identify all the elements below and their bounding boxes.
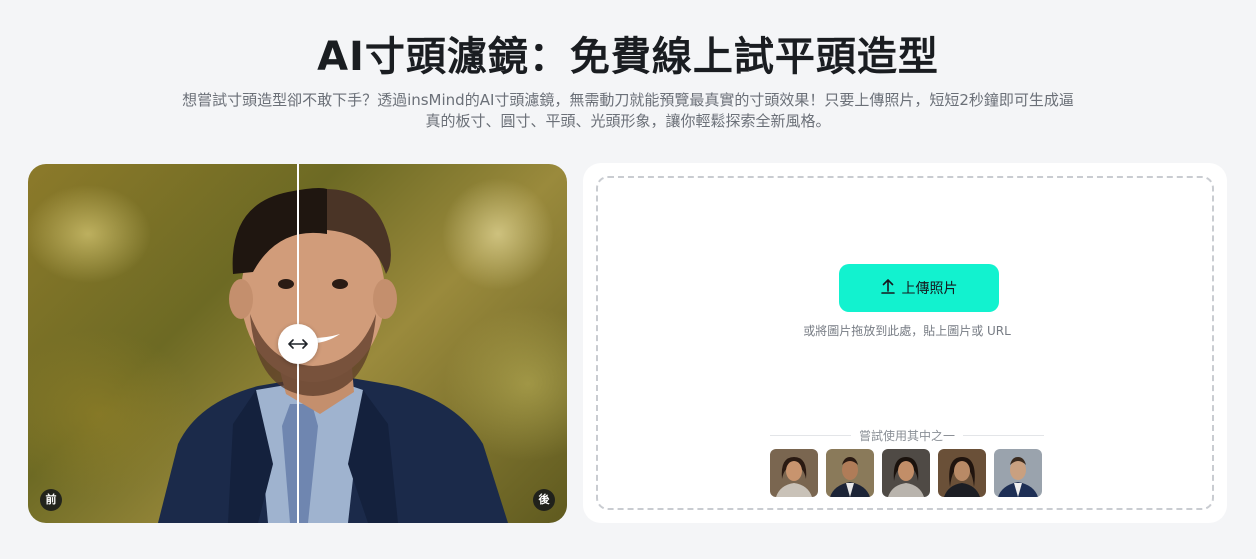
page-subtitle: 想嘗試寸頭造型卻不敢下手？透過insMind的AI寸頭濾鏡，無需動刀就能預覽最真… (148, 90, 1108, 132)
try-sample-label: 嘗試使用其中之一 (859, 429, 956, 443)
upload-button-label: 上傳照片 (901, 281, 958, 297)
comparison-slider-handle[interactable] (278, 324, 318, 364)
sample-image-2[interactable] (826, 449, 874, 497)
drop-hint: 或將圖片拖放到此處，貼上圖片或 URL (803, 324, 1011, 338)
after-badge: 後 (533, 489, 555, 511)
subtitle-line-1: 想嘗試寸頭造型卻不敢下手？透過insMind的AI寸頭濾鏡，無需動刀就能預覽最真… (182, 91, 1074, 109)
sample-image-3[interactable] (882, 449, 930, 497)
upload-photo-button[interactable]: 上傳照片 (839, 264, 999, 312)
sample-image-1[interactable] (770, 449, 818, 497)
sample-image-5[interactable] (994, 449, 1042, 497)
divider-line-left (770, 435, 851, 436)
upload-dropzone[interactable]: 上傳照片 或將圖片拖放到此處，貼上圖片或 URL 嘗試使用其中之一 (596, 176, 1214, 510)
page-title: AI寸頭濾鏡：免費線上試平頭造型 (317, 34, 939, 80)
left-right-arrow-icon (288, 335, 308, 354)
before-after-comparison[interactable]: 前 後 (28, 164, 567, 523)
subtitle-line-2: 真的板寸、圓寸、平頭、光頭形象，讓你輕鬆探索全新風格。 (425, 112, 831, 130)
upload-card: 上傳照片 或將圖片拖放到此處，貼上圖片或 URL 嘗試使用其中之一 (583, 163, 1227, 523)
before-badge: 前 (40, 489, 62, 511)
sample-images-heading: 嘗試使用其中之一 (770, 427, 1045, 444)
sample-images (770, 449, 1044, 497)
sample-image-4[interactable] (938, 449, 986, 497)
page: AI寸頭濾鏡：免費線上試平頭造型 想嘗試寸頭造型卻不敢下手？透過insMind的… (0, 0, 1256, 559)
upload-arrow-icon (880, 278, 895, 298)
divider-line-right (963, 435, 1045, 436)
